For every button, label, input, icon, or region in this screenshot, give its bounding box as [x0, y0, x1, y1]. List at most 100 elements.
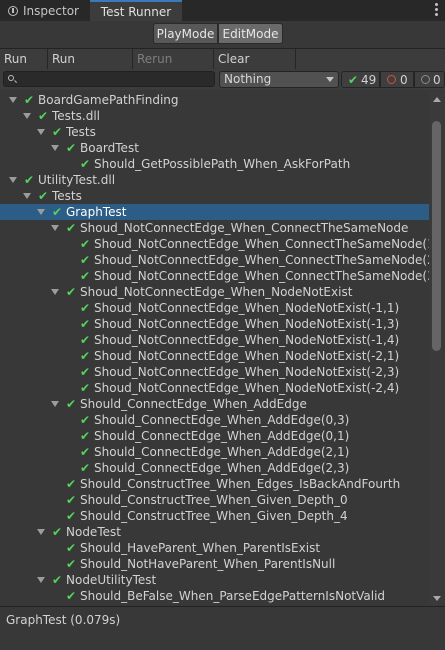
- tree-row[interactable]: ✔ Should_HaveParent_When_ParentIsExist: [0, 540, 429, 556]
- scroll-up-icon[interactable]: [433, 97, 441, 102]
- action-toolbar: Run All Run Selected Rerun Failed Clear …: [0, 48, 445, 86]
- fold-arrow-icon[interactable]: [37, 577, 45, 583]
- tree-row-label: NodeTest: [66, 525, 121, 539]
- tree-row[interactable]: ✔ Should_ConnectEdge_When_AddEdge(0,1): [0, 428, 429, 444]
- tree-row-label: GraphTest: [66, 205, 127, 219]
- pass-check-icon: ✔: [80, 461, 91, 475]
- passed-count: 49: [361, 73, 377, 87]
- tree-row[interactable]: ✔ Shoud_NotConnectEdge_When_NodeNotExist(…: [0, 332, 429, 348]
- run-all-button[interactable]: Run All: [0, 49, 48, 86]
- failed-filter-toggle[interactable]: 0: [380, 71, 414, 88]
- tree-row[interactable]: ✔ NodeTest: [0, 524, 429, 540]
- pass-check-icon: ✔: [80, 349, 91, 363]
- tree-row-label: Should_ConnectEdge_When_AddEdge(0,1): [94, 429, 350, 443]
- fold-arrow-icon[interactable]: [51, 225, 59, 231]
- tree-row[interactable]: ✔ Should_NotHaveParent_When_ParentIsNull: [0, 556, 429, 572]
- chevron-down-icon: [326, 77, 334, 82]
- tree-row[interactable]: ✔ Tests.dll: [0, 108, 429, 124]
- tree-row[interactable]: ✔ Shoud_NotConnectEdge_When_NodeNotExist(…: [0, 300, 429, 316]
- tree-row[interactable]: ✔ Tests: [0, 124, 429, 140]
- tree-row-label: Shoud_NotConnectEdge_When_ConnectTheSame…: [94, 253, 429, 267]
- fold-arrow-icon[interactable]: [37, 209, 45, 215]
- tab-test-runner[interactable]: Test Runner: [90, 0, 182, 21]
- window-tab-bar: Inspector Test Runner: [0, 0, 445, 21]
- tree-row-label: Should_ConnectEdge_When_AddEdge: [80, 397, 307, 411]
- pass-check-icon: ✔: [80, 253, 91, 267]
- fold-arrow-icon[interactable]: [37, 129, 45, 135]
- tree-row[interactable]: ✔ Should_ConstructTree_When_Edges_IsBackA…: [0, 476, 429, 492]
- more-options-icon[interactable]: [435, 3, 439, 18]
- tree-row[interactable]: ✔ Shoud_NotConnectEdge_When_NodeNotExist(…: [0, 348, 429, 364]
- pass-check-icon: ✔: [80, 445, 91, 459]
- pass-check-icon: ✔: [66, 477, 77, 491]
- tree-row[interactable]: ✔ Shoud_NotConnectEdge_When_ConnectTheSam…: [0, 236, 429, 252]
- tree-row[interactable]: ✔ Shoud_NotConnectEdge_When_NodeNotExist(…: [0, 316, 429, 332]
- tree-row[interactable]: ✔ Should_ConstructTree_When_Given_Depth_4: [0, 508, 429, 524]
- pass-check-icon: ✔: [66, 397, 77, 411]
- tree-row[interactable]: ✔ Should_ConnectEdge_When_AddEdge: [0, 396, 429, 412]
- tree-row[interactable]: ✔ Should_ConnectEdge_When_AddEdge(0,3): [0, 412, 429, 428]
- tree-row[interactable]: ✔ Should_ConnectEdge_When_AddEdge(2,3): [0, 460, 429, 476]
- tree-row-label: Should_ConstructTree_When_Given_Depth_4: [80, 509, 348, 523]
- fold-arrow-icon[interactable]: [51, 401, 59, 407]
- tree-row[interactable]: ✔ Shoud_NotConnectEdge_When_NodeNotExist: [0, 284, 429, 300]
- tree-row-label: Shoud_NotConnectEdge_When_NodeNotExist(-…: [94, 365, 400, 379]
- fold-arrow-icon[interactable]: [51, 289, 59, 295]
- pass-check-icon: ✔: [80, 317, 91, 331]
- tree-row-label: Shoud_NotConnectEdge_When_ConnectTheSame…: [80, 221, 409, 235]
- tree-row[interactable]: ✔ Shoud_NotConnectEdge_When_ConnectTheSam…: [0, 268, 429, 284]
- category-dropdown-value: Nothing: [224, 72, 272, 86]
- search-input[interactable]: [3, 71, 215, 87]
- rerun-failed-button[interactable]: Rerun Failed: [133, 49, 214, 86]
- pass-check-icon: ✔: [80, 429, 91, 443]
- tree-row[interactable]: ✔ Shoud_NotConnectEdge_When_NodeNotExist(…: [0, 364, 429, 380]
- tree-row[interactable]: ✔ BoardTest: [0, 140, 429, 156]
- tree-row[interactable]: ✔ Shoud_NotConnectEdge_When_ConnectTheSam…: [0, 220, 429, 236]
- playmode-button[interactable]: PlayMode: [153, 23, 218, 44]
- tree-row[interactable]: ✔ Should_BeFalse_When_ParseEdgePatternIsN…: [0, 588, 429, 604]
- pass-check-icon: ✔: [52, 525, 63, 539]
- tree-row[interactable]: ✔ Should_ConnectEdge_When_AddEdge(2,1): [0, 444, 429, 460]
- skipped-filter-toggle[interactable]: 0: [414, 71, 445, 88]
- tab-inspector[interactable]: Inspector: [0, 1, 89, 21]
- tree-row[interactable]: ✔ Tests: [0, 188, 429, 204]
- tree-row-label: Tests: [52, 189, 82, 203]
- tree-row[interactable]: ✔ GraphTest: [0, 204, 429, 220]
- tree-row[interactable]: ✔ Shoud_NotConnectEdge_When_NodeNotExist(…: [0, 380, 429, 396]
- pass-check-icon: ✔: [80, 365, 91, 379]
- tree-row[interactable]: ✔ UtilityTest.dll: [0, 172, 429, 188]
- tree-row[interactable]: ✔ Should_GetPossiblePath_When_AskForPath: [0, 156, 429, 172]
- tree-row-label: Should_NotHaveParent_When_ParentIsNull: [80, 557, 336, 571]
- test-tree: ✔ BoardGamePathFinding ✔ Tests.dll ✔ Tests ✔ Bo…: [0, 91, 429, 605]
- scroll-down-icon[interactable]: [433, 596, 441, 601]
- fold-arrow-icon[interactable]: [23, 113, 31, 119]
- fold-arrow-icon[interactable]: [23, 193, 31, 199]
- fold-arrow-icon[interactable]: [37, 529, 45, 535]
- failed-count: 0: [400, 73, 408, 87]
- pass-check-icon: ✔: [52, 125, 63, 139]
- tree-row-label: Should_ConnectEdge_When_AddEdge(0,3): [94, 413, 350, 427]
- tree-row[interactable]: ✔ NodeUtilityTest: [0, 572, 429, 588]
- fold-arrow-icon[interactable]: [9, 97, 17, 103]
- pass-check-icon: ✔: [66, 557, 77, 571]
- tree-row-label: BoardGamePathFinding: [38, 93, 179, 107]
- editmode-button[interactable]: EditMode: [218, 23, 283, 44]
- fold-arrow-icon[interactable]: [51, 145, 59, 151]
- tree-row[interactable]: ✔ Shoud_NotConnectEdge_When_ConnectTheSam…: [0, 252, 429, 268]
- tree-row-label: Should_ConnectEdge_When_AddEdge(2,3): [94, 461, 350, 475]
- tree-scrollbar[interactable]: [429, 91, 445, 605]
- tree-row-label: Should_ConstructTree_When_Given_Depth_0: [80, 493, 348, 507]
- tree-row[interactable]: ✔ Should_ConstructTree_When_Given_Depth_0: [0, 492, 429, 508]
- category-dropdown[interactable]: Nothing: [219, 71, 339, 88]
- scrollbar-thumb[interactable]: [432, 121, 441, 351]
- run-selected-button[interactable]: Run Selected: [48, 49, 133, 86]
- search-icon: [8, 75, 14, 81]
- tree-row-label: UtilityTest.dll: [38, 173, 116, 187]
- pass-check-icon: ✔: [66, 589, 77, 603]
- fold-arrow-icon[interactable]: [9, 177, 17, 183]
- passed-filter-toggle[interactable]: ✔ 49: [341, 71, 380, 88]
- tree-row[interactable]: ✔ BoardGamePathFinding: [0, 92, 429, 108]
- pass-check-icon: ✔: [24, 93, 35, 107]
- pass-check-icon: ✔: [80, 157, 91, 171]
- clear-results-button[interactable]: Clear Results: [214, 49, 296, 86]
